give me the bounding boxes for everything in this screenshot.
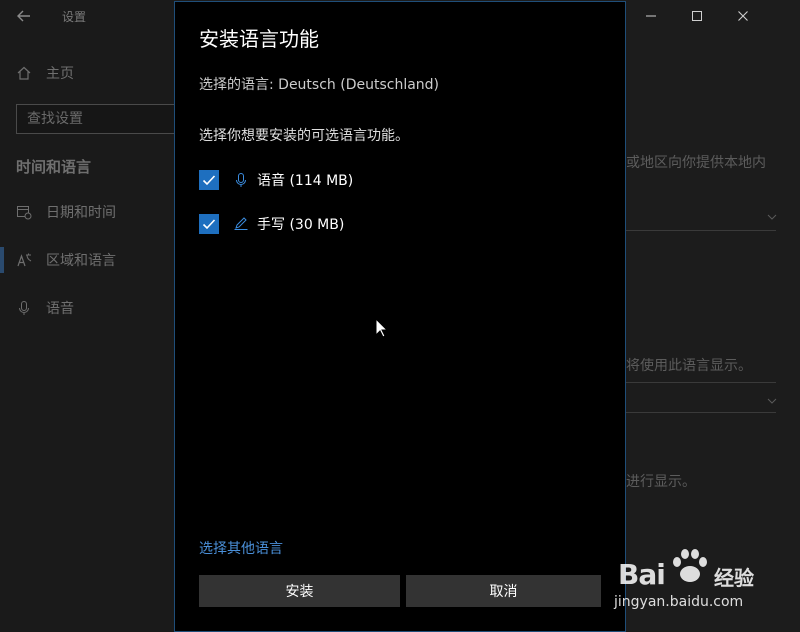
settings-window: 设置 主页 时间和语言 日期和时间 区域和语言 [0, 0, 800, 632]
microphone-icon [16, 300, 32, 316]
section-title: 时间和语言 [16, 158, 92, 176]
background-divider [626, 230, 776, 231]
sidebar-item-label: 语音 [46, 301, 74, 317]
background-divider [626, 412, 776, 413]
feature-speech-label: 语音 (114 MB) [257, 173, 354, 189]
background-text: 将使用此语言显示。 [626, 358, 752, 374]
speech-checkbox[interactable] [199, 170, 219, 190]
handwriting-checkbox[interactable] [199, 214, 219, 234]
feature-handwriting-label: 手写 (30 MB) [257, 217, 345, 233]
watermark-url: jingyan.baidu.com [614, 594, 744, 610]
microphone-icon [233, 172, 249, 188]
search-box[interactable] [16, 104, 186, 134]
minimize-icon[interactable] [628, 0, 674, 32]
sidebar-item-label: 日期和时间 [46, 205, 116, 221]
paw-logo-icon [673, 549, 707, 582]
baidu-jingyan-watermark: Bai 经验 jingyan.baidu.com [612, 540, 800, 628]
nav-home[interactable]: 主页 [16, 62, 74, 84]
sidebar-item-date-time[interactable]: 日期和时间 [16, 201, 116, 223]
cancel-button[interactable]: 取消 [406, 575, 601, 607]
calendar-clock-icon [16, 204, 32, 220]
window-controls [628, 0, 800, 32]
close-icon[interactable] [720, 0, 766, 32]
watermark-brand: Bai [618, 558, 666, 591]
sidebar-item-region-language[interactable]: 区域和语言 [0, 247, 116, 273]
dialog-title: 安装语言功能 [199, 27, 319, 51]
checkmark-icon [202, 175, 216, 186]
mouse-cursor-icon [375, 318, 389, 338]
feature-speech[interactable]: 语音 (114 MB) [199, 169, 353, 191]
install-language-features-dialog: 安装语言功能 选择的语言: Deutsch (Deutschland) 选择你想… [174, 1, 626, 632]
title-bar: 设置 [0, 0, 175, 32]
watermark-brand-suffix: 经验 [714, 566, 754, 590]
pen-icon [233, 216, 249, 232]
checkmark-icon [202, 219, 216, 230]
instruction-text: 选择你想要安装的可选语言功能。 [199, 128, 409, 144]
feature-handwriting[interactable]: 手写 (30 MB) [199, 213, 344, 235]
choose-other-language-link[interactable]: 选择其他语言 [199, 538, 283, 558]
sidebar-item-speech[interactable]: 语音 [16, 297, 74, 319]
nav-home-label: 主页 [46, 66, 74, 82]
home-icon [16, 65, 32, 81]
app-title: 设置 [62, 10, 87, 24]
sidebar-item-label: 区域和语言 [46, 253, 116, 269]
language-icon [16, 252, 32, 268]
search-input[interactable] [17, 105, 185, 133]
background-text: 进行显示。 [626, 474, 696, 490]
background-text: 或地区向你提供本地内 [626, 155, 766, 171]
background-divider [626, 382, 776, 383]
selected-language-text: 选择的语言: Deutsch (Deutschland) [199, 77, 440, 93]
maximize-icon[interactable] [674, 0, 720, 32]
chevron-down-icon [766, 208, 778, 220]
back-arrow-icon[interactable] [14, 6, 34, 26]
install-button[interactable]: 安装 [199, 575, 400, 607]
sidebar: 设置 主页 时间和语言 日期和时间 区域和语言 [0, 0, 186, 632]
chevron-down-icon [766, 392, 778, 404]
